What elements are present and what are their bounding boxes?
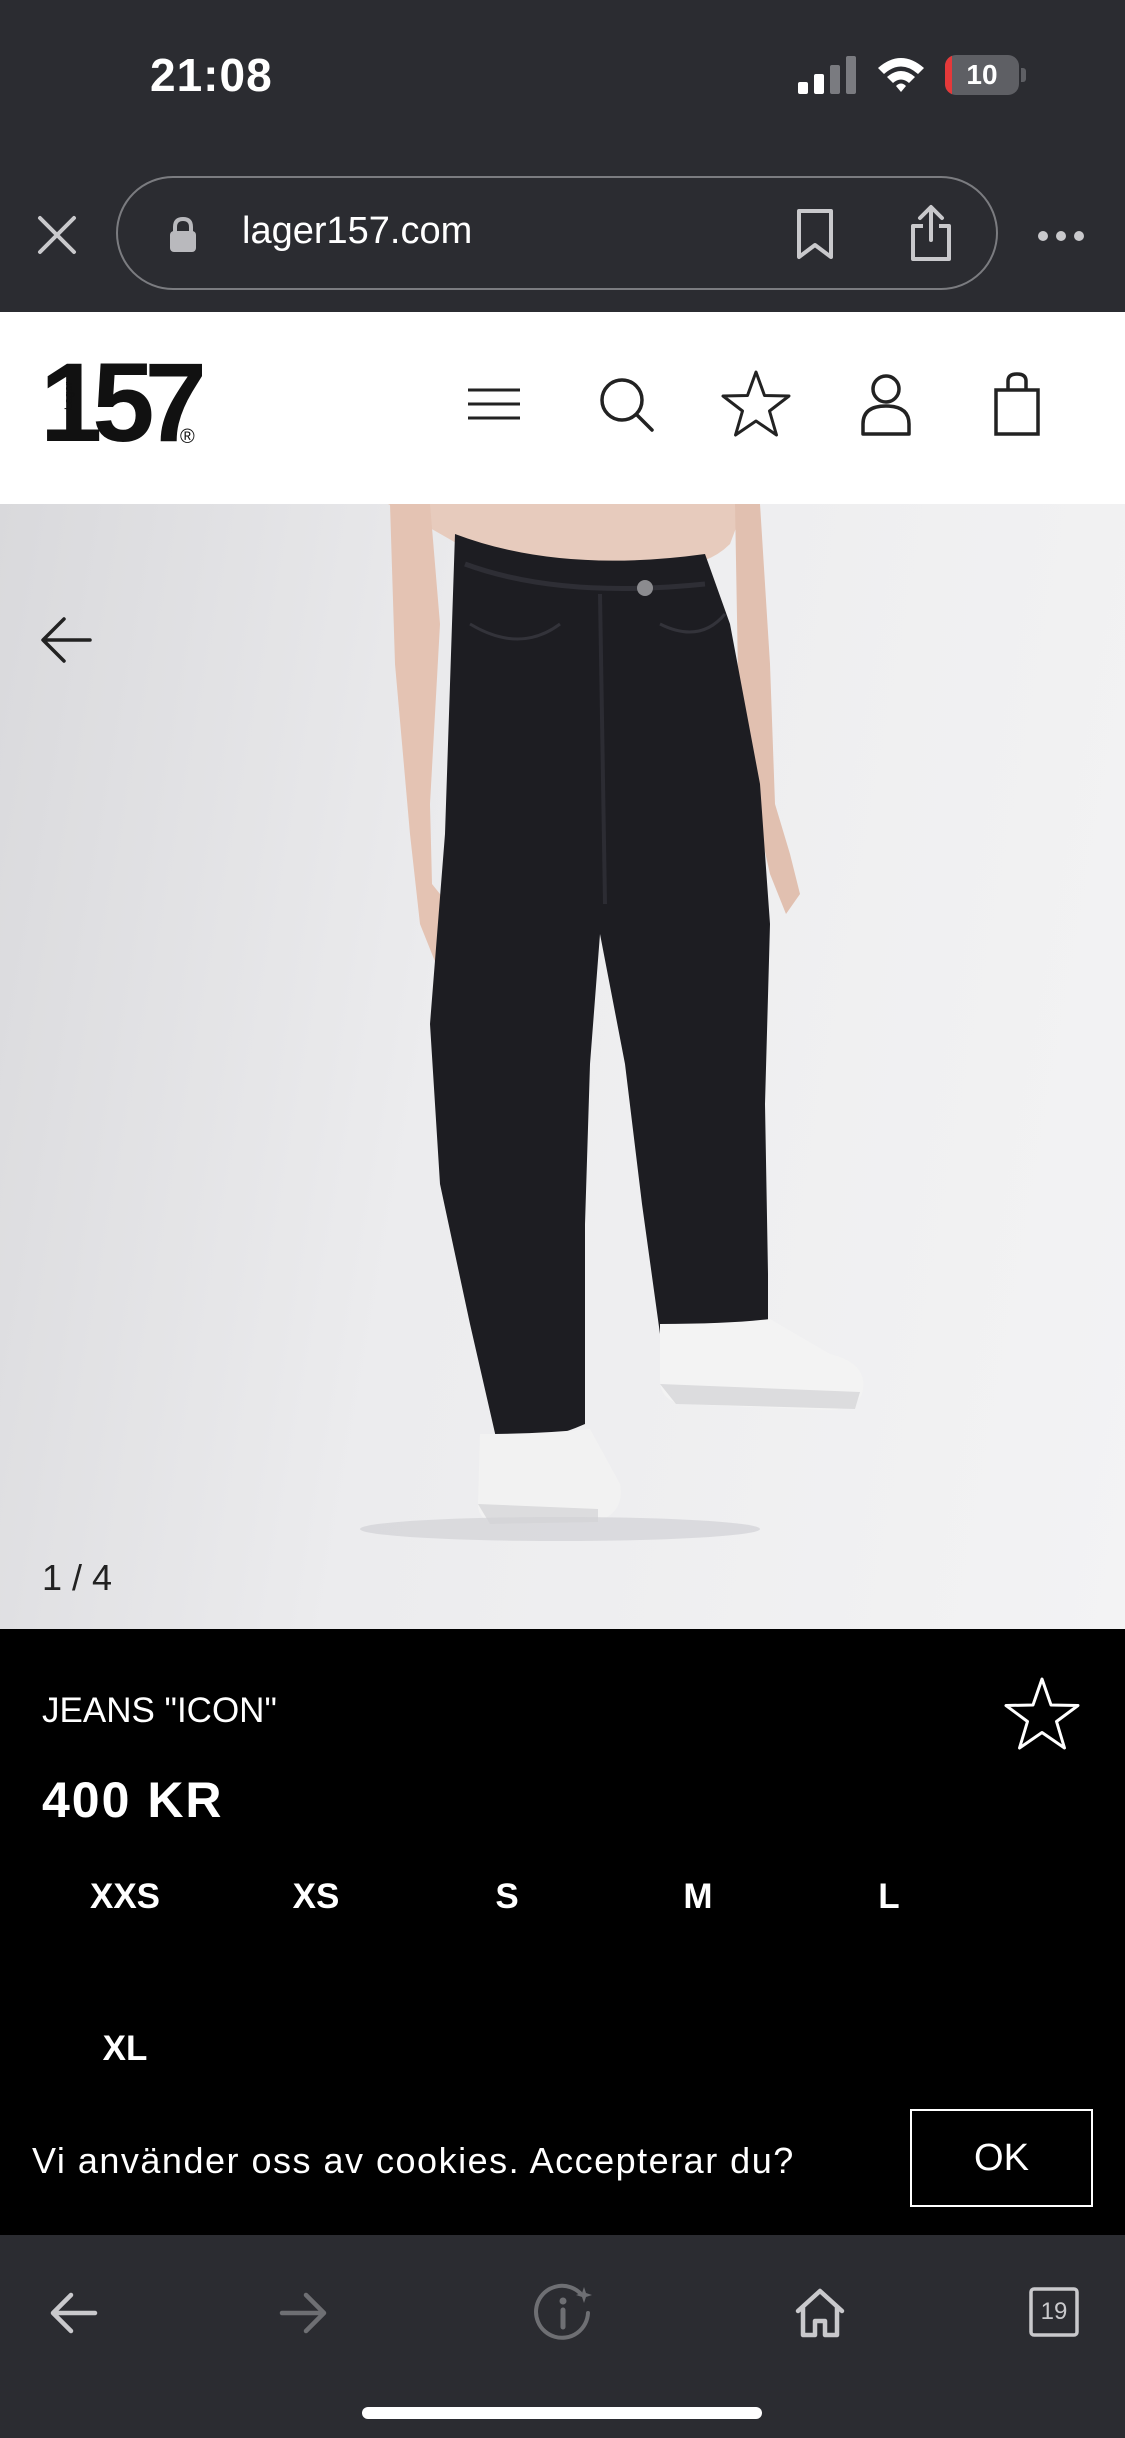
url-text[interactable]: lager157.com [242,210,472,253]
tab-count: 19 [1040,2298,1068,2325]
cookie-message: Vi använder oss av cookies. Accepterar d… [32,2140,795,2181]
url-field[interactable]: lager157.com [116,176,998,290]
image-counter: 1 / 4 [42,1557,113,1598]
home-icon[interactable] [790,2283,850,2343]
share-icon[interactable] [908,204,954,262]
cart-bag-icon[interactable] [977,364,1057,444]
close-icon[interactable] [34,212,80,258]
cellular-signal-icon [798,56,856,94]
size-option-l[interactable]: L [814,1862,964,1932]
arrow-left-icon[interactable] [38,614,94,666]
tabs-icon[interactable]: 19 [1025,2283,1085,2343]
site-logo[interactable]: 157 Lager ® [40,347,210,459]
size-option-xxs[interactable]: XXS [50,1862,200,1932]
logo-small-text: Lager [63,381,75,410]
wishlist-star-icon[interactable] [1002,1673,1082,1753]
product-name: JEANS "ICON" [42,1691,277,1730]
forward-icon[interactable] [274,2283,334,2343]
status-bar: 21:08 10 [0,0,1125,160]
search-icon[interactable] [586,364,666,444]
size-option-xs[interactable]: XS [241,1862,391,1932]
wifi-icon [878,58,924,92]
status-time: 21:08 [150,49,273,101]
size-option-xl[interactable]: XL [50,2014,200,2084]
home-indicator[interactable] [362,2407,762,2419]
bookmark-icon[interactable] [794,208,836,260]
battery-body: 10 [945,55,1019,95]
site-header: 157 Lager ® [0,312,1125,504]
product-photo-jeans [360,504,864,1541]
info-icon[interactable] [534,2283,594,2343]
account-icon[interactable] [846,364,926,444]
more-icon[interactable] [1036,216,1086,256]
menu-icon[interactable] [454,364,534,444]
size-option-s[interactable]: S [432,1862,582,1932]
browser-bottom-toolbar: 19 [0,2235,1125,2438]
back-icon[interactable] [43,2283,103,2343]
product-price: 400 KR [42,1772,224,1828]
cookie-banner: Vi använder oss av cookies. Accepterar d… [0,2090,1125,2235]
lock-icon [170,216,196,252]
product-info-panel: JEANS "ICON" 400 KR XXS XS S M L XL [0,1629,1125,2109]
size-option-m[interactable]: M [623,1862,773,1932]
battery-tip [1021,68,1026,82]
browser-address-bar: lager157.com [0,160,1125,312]
battery-indicator: 10 [945,55,1026,95]
wishlist-star-icon[interactable] [716,364,796,444]
battery-percent: 10 [966,59,998,90]
cookie-ok-button[interactable]: OK [910,2109,1093,2207]
logo-registered-mark: ® [180,426,195,448]
product-image[interactable]: 1 / 4 [0,504,1125,1629]
